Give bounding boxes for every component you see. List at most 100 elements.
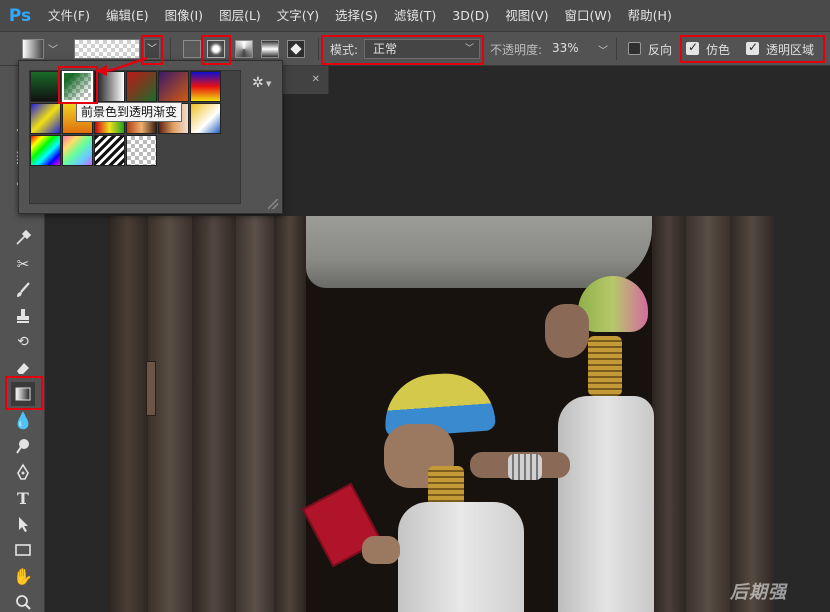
- canvas-photo[interactable]: [108, 216, 774, 612]
- magnifier-icon: [16, 595, 31, 610]
- rectangle-icon: [15, 544, 31, 556]
- gradient-tooltip: 前景色到透明渐变: [76, 102, 183, 122]
- gradient-tool[interactable]: [11, 382, 35, 406]
- gradient-swatch[interactable]: [190, 71, 221, 102]
- gradient-preview[interactable]: [74, 39, 140, 59]
- wood-plank: [274, 216, 306, 612]
- chevron-down-icon[interactable]: ﹀: [48, 41, 58, 56]
- dither-label: 仿色: [706, 43, 731, 57]
- wood-plank: [730, 216, 774, 612]
- healing-icon: ✂: [16, 255, 30, 273]
- transparency-checkbox[interactable]: [746, 40, 759, 55]
- watermark: 后期强: [730, 582, 787, 603]
- eraser-icon: [17, 363, 29, 374]
- chevron-down-icon: ﹀: [464, 44, 474, 54]
- wood-plank: [192, 216, 236, 612]
- type-icon: T: [17, 488, 29, 508]
- app-logo[interactable]: Ps: [0, 0, 40, 32]
- gradient-swatch[interactable]: [126, 71, 157, 102]
- radial-gradient-button[interactable]: [207, 40, 225, 58]
- eraser-tool[interactable]: [11, 356, 35, 380]
- rectangle-tool[interactable]: [11, 538, 35, 562]
- wood-plank: [686, 216, 730, 612]
- divider: [318, 38, 319, 60]
- gradient-swatch[interactable]: [62, 135, 93, 166]
- gradient-swatch[interactable]: [30, 103, 61, 134]
- menu-view[interactable]: 视图(V): [497, 0, 556, 32]
- pen-tool[interactable]: [11, 460, 35, 484]
- brush-tool[interactable]: [11, 278, 35, 302]
- woman-face: [545, 304, 589, 358]
- menu-filter[interactable]: 滤镜(T): [386, 0, 444, 32]
- menu-type[interactable]: 文字(Y): [269, 0, 327, 32]
- zoom-tool[interactable]: [11, 590, 35, 612]
- dodge-icon: [16, 439, 29, 454]
- hand-tool[interactable]: ✋: [11, 564, 35, 588]
- path-selection-tool[interactable]: [11, 512, 35, 536]
- pen-icon: [17, 463, 29, 480]
- brass-neck-rings: [588, 336, 622, 396]
- gradient-swatch[interactable]: [30, 71, 61, 102]
- cursor-icon: [19, 517, 28, 532]
- hand-icon: ✋: [13, 566, 33, 586]
- door-latch: [146, 361, 156, 416]
- transparency-label: 透明区域: [766, 43, 815, 57]
- close-icon[interactable]: ✕: [312, 74, 320, 85]
- mode-label: 模式:: [330, 43, 359, 57]
- opacity-input[interactable]: 33%: [552, 41, 579, 55]
- gradient-picker-toggle[interactable]: ﹀: [144, 39, 160, 59]
- silver-bracelets: [508, 454, 542, 480]
- gradient-swatch[interactable]: [94, 71, 125, 102]
- type-tool[interactable]: T: [11, 486, 35, 510]
- drop-icon: 💧: [13, 410, 33, 430]
- gradient-swatch[interactable]: [158, 71, 189, 102]
- dodge-tool[interactable]: [11, 434, 35, 458]
- menu-help[interactable]: 帮助(H): [620, 0, 680, 32]
- wood-plank: [236, 216, 274, 612]
- mode-value: 正常: [373, 42, 398, 56]
- gradient-swatch[interactable]: [94, 135, 125, 166]
- linear-gradient-button[interactable]: [183, 40, 201, 58]
- brush-icon: [17, 282, 30, 297]
- healing-tool[interactable]: ✂: [11, 252, 35, 276]
- menu-file[interactable]: 文件(F): [40, 0, 98, 32]
- gradient-swatch[interactable]: [126, 135, 157, 166]
- resize-grip-icon[interactable]: [268, 199, 278, 209]
- menu-select[interactable]: 选择(S): [327, 0, 386, 32]
- angle-gradient-button[interactable]: [235, 40, 253, 58]
- mode-select[interactable]: 正常 ﹀: [364, 39, 480, 59]
- gradient-swatch[interactable]: [190, 103, 221, 134]
- reverse-label: 反向: [648, 43, 673, 57]
- menu-3d[interactable]: 3D(D): [444, 0, 497, 32]
- reverse-checkbox[interactable]: [628, 42, 641, 55]
- chevron-down-icon[interactable]: ﹀: [598, 42, 608, 57]
- blur-tool[interactable]: 💧: [11, 408, 35, 432]
- divider: [616, 38, 617, 60]
- wood-plank: [108, 216, 148, 612]
- girl-shirt: [398, 502, 524, 612]
- stamp-tool[interactable]: [11, 304, 35, 328]
- document-tab[interactable]: ✕: [283, 66, 329, 94]
- gradient-icon: [15, 387, 31, 401]
- eyedropper-tool[interactable]: [11, 226, 35, 250]
- divider: [170, 38, 171, 60]
- eyedropper-icon: [16, 229, 32, 245]
- history-brush-icon: ⟲: [17, 334, 29, 350]
- gradient-swatch-grid: [29, 70, 241, 204]
- wood-plank: [652, 216, 686, 612]
- menu-edit[interactable]: 编辑(E): [98, 0, 157, 32]
- menu-layer[interactable]: 图层(L): [211, 0, 269, 32]
- gradient-swatch[interactable]: [30, 135, 61, 166]
- history-brush-tool[interactable]: ⟲: [11, 330, 35, 354]
- reflected-gradient-button[interactable]: [261, 40, 279, 58]
- tool-preset-picker[interactable]: [22, 39, 44, 59]
- dither-checkbox[interactable]: [686, 40, 699, 55]
- gear-icon[interactable]: ✲: [252, 75, 264, 91]
- diamond-gradient-button[interactable]: [287, 40, 305, 58]
- chevron-down-icon[interactable]: ▼: [266, 80, 271, 88]
- woman-shirt: [558, 396, 654, 612]
- menu-window[interactable]: 窗口(W): [557, 0, 620, 32]
- menu-image[interactable]: 图像(I): [157, 0, 211, 32]
- stamp-icon: [17, 309, 29, 323]
- gradient-swatch-selected[interactable]: [62, 71, 93, 102]
